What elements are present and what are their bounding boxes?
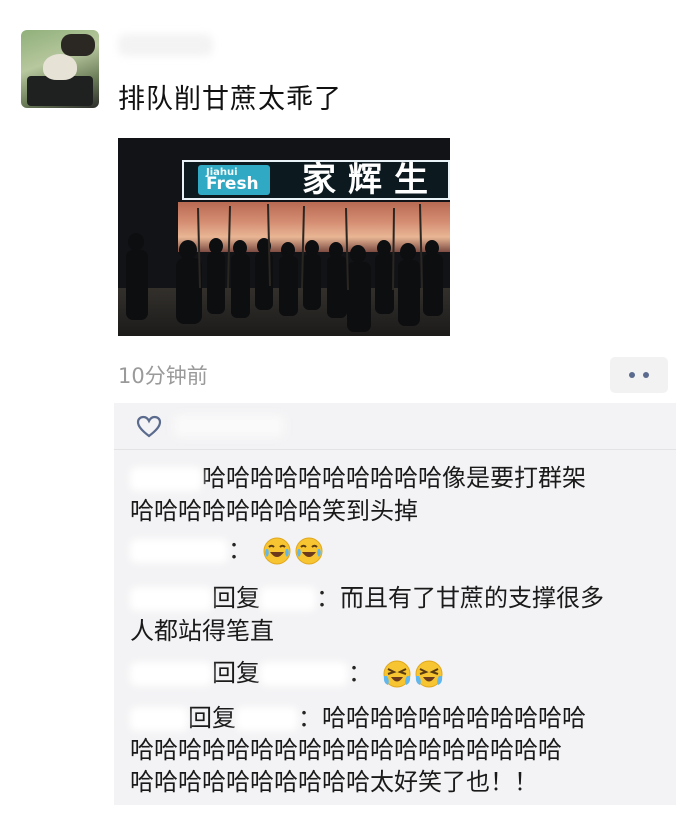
comment-text: 而且有了甘蔗的支撑很多 bbox=[340, 584, 604, 612]
comment-separator: ： bbox=[298, 704, 322, 732]
comment-item-continued: 人都站得笔直 bbox=[130, 614, 274, 648]
commenter-name-redacted[interactable] bbox=[130, 467, 202, 491]
reply-label: 回复 bbox=[188, 704, 236, 732]
comment-item[interactable]: 回复 ：而且有了甘蔗的支撑很多 bbox=[130, 581, 604, 615]
loudly-laughing-face-icon bbox=[414, 659, 444, 689]
heart-icon bbox=[136, 415, 162, 438]
reply-target-name-redacted[interactable] bbox=[260, 587, 316, 611]
face-with-tears-of-joy-icon bbox=[262, 536, 292, 566]
reply-label: 回复 bbox=[212, 584, 260, 612]
like-row bbox=[114, 403, 676, 450]
comment-item[interactable]: 回复 ： bbox=[130, 656, 444, 690]
loudly-laughing-face-icon bbox=[382, 659, 412, 689]
commenter-name-redacted[interactable] bbox=[130, 539, 228, 563]
reply-target-name-redacted[interactable] bbox=[260, 662, 348, 686]
username-redacted[interactable] bbox=[118, 34, 213, 56]
comment-item-continued: 哈哈哈哈哈哈哈哈哈哈哈哈哈哈哈哈哈哈 bbox=[130, 733, 562, 767]
commenter-name-redacted[interactable] bbox=[130, 587, 212, 611]
commenter-name-redacted[interactable] bbox=[130, 707, 188, 731]
avatar-dog bbox=[43, 54, 77, 80]
avatar-hand bbox=[61, 34, 95, 56]
comment-text: 哈哈哈哈哈哈哈哈笑到头掉 bbox=[130, 497, 418, 525]
more-dots-icon bbox=[629, 372, 635, 378]
comment-text: 哈哈哈哈哈哈哈哈哈哈哈 bbox=[322, 704, 586, 732]
more-dots-icon bbox=[643, 372, 649, 378]
comment-item[interactable]: 哈哈哈哈哈哈哈哈哈哈像是要打群架 bbox=[130, 461, 586, 495]
comment-separator: ： bbox=[348, 659, 372, 687]
photo-crowd bbox=[126, 203, 443, 332]
comment-item-continued: 哈哈哈哈哈哈哈哈笑到头掉 bbox=[130, 494, 418, 528]
avatar-basket bbox=[27, 76, 93, 106]
reply-target-name-redacted[interactable] bbox=[236, 707, 298, 731]
commenter-name-redacted[interactable] bbox=[130, 662, 212, 686]
comment-item[interactable]: 回复 ：哈哈哈哈哈哈哈哈哈哈哈 bbox=[130, 701, 586, 735]
avatar[interactable] bbox=[21, 30, 99, 108]
comment-separator: ： bbox=[228, 536, 252, 564]
post-text: 排队削甘蔗太乖了 bbox=[118, 84, 342, 115]
comment-text: 哈哈哈哈哈哈哈哈哈哈太好笑了也！！ bbox=[130, 768, 538, 796]
face-with-tears-of-joy-icon bbox=[294, 536, 324, 566]
comment-item-continued: 哈哈哈哈哈哈哈哈哈哈太好笑了也！！ bbox=[130, 765, 538, 799]
comment-text: 哈哈哈哈哈哈哈哈哈哈像是要打群架 bbox=[202, 464, 586, 492]
more-actions-button[interactable] bbox=[610, 357, 668, 393]
post-photo[interactable]: Jiahui Fresh 家辉生 bbox=[118, 138, 450, 336]
like-names-redacted[interactable] bbox=[174, 415, 284, 437]
comments-panel: 哈哈哈哈哈哈哈哈哈哈像是要打群架 哈哈哈哈哈哈哈哈笑到头掉 ： 回复 ：而且有了甘… bbox=[114, 403, 676, 805]
comment-item[interactable]: ： bbox=[130, 533, 324, 567]
reply-label: 回复 bbox=[212, 659, 260, 687]
post-timestamp: 10分钟前 bbox=[118, 364, 208, 388]
moments-post: 排队削甘蔗太乖了 Jiahui Fresh 家辉生 10分钟前 哈哈哈哈哈哈哈哈… bbox=[0, 0, 690, 835]
comment-separator: ： bbox=[316, 584, 340, 612]
comment-text: 人都站得笔直 bbox=[130, 617, 274, 645]
comment-text: 哈哈哈哈哈哈哈哈哈哈哈哈哈哈哈哈哈哈 bbox=[130, 736, 562, 764]
